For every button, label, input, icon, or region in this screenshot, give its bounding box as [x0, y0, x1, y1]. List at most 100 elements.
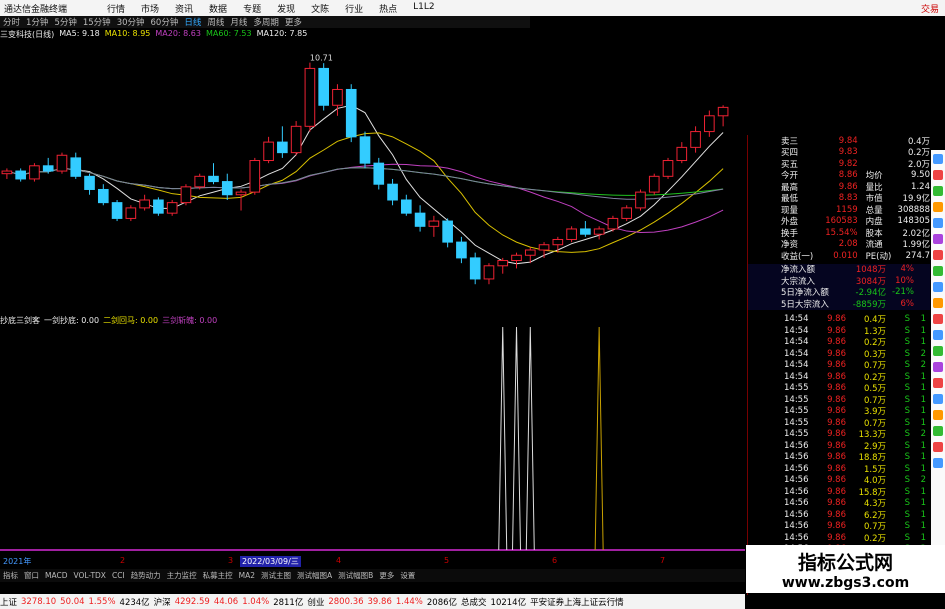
sidebar-tool-icon[interactable]	[933, 330, 943, 340]
quote-row: 现量 1159 总量 308888	[748, 204, 930, 216]
tick-cell: 0.2万	[863, 372, 886, 383]
tick-cell: 9.86	[827, 383, 846, 394]
indicator-tab-13[interactable]: 设置	[397, 570, 418, 581]
period-6[interactable]: 日线	[181, 16, 204, 28]
sidebar-tool-icon[interactable]	[933, 346, 943, 356]
indicator-tab-10[interactable]: 测试幅图A	[294, 570, 335, 581]
candle-body	[318, 67, 329, 106]
status-item: 4234亿	[119, 597, 150, 608]
indicator-tab-0[interactable]: 指标	[0, 570, 21, 581]
menu-item-1[interactable]: 市场	[133, 2, 167, 15]
menu-item-2[interactable]: 资讯	[167, 2, 201, 15]
sidebar-tool-icon[interactable]	[933, 202, 943, 212]
sidebar-tool-icon[interactable]	[933, 250, 943, 260]
sidebar-tool-icon[interactable]	[933, 282, 943, 292]
tick-cell: 9.86	[827, 337, 846, 348]
ma-legend: 三变科技(日线) MA5: 9.18 MA10: 8.95 MA20: 8.63…	[0, 29, 312, 40]
indicator-tab-3[interactable]: VOL-TDX	[70, 571, 108, 580]
period-8[interactable]: 月线	[227, 16, 250, 28]
tick-row: 14:55 9.86 13.3万 S 2	[748, 429, 930, 440]
flow-row: 大宗流入 3084万 10%	[748, 275, 930, 287]
period-2[interactable]: 5分钟	[51, 16, 79, 28]
tick-cell: 9.86	[827, 429, 846, 440]
sidebar-tool-icon[interactable]	[933, 266, 943, 276]
tick-cell: S	[904, 348, 910, 359]
quote-key2: 均价	[865, 171, 883, 182]
menu-item-9[interactable]: L1L2	[405, 2, 442, 15]
menu-item-6[interactable]: 文陈	[303, 2, 337, 15]
sidebar-tool-icon[interactable]	[933, 442, 943, 452]
tick-cell: 14:54	[784, 360, 809, 371]
period-5[interactable]: 60分钟	[148, 16, 182, 28]
indicator-chart[interactable]: 1.000.900.800.700.600.500.400.300.200.10	[0, 325, 747, 555]
indicator-tab-6[interactable]: 主力监控	[164, 570, 200, 581]
tick-cell: 1	[920, 383, 926, 394]
candle-body	[607, 217, 619, 230]
tick-cell: 1	[920, 521, 926, 532]
tick-cell: 1	[920, 452, 926, 463]
tick-cell: S	[904, 532, 910, 543]
tick-row: 14:56 9.86 6.2万 S 1	[748, 509, 930, 521]
menu-item-5[interactable]: 发现	[269, 2, 303, 15]
indicator-tab-7[interactable]: 私募主控	[200, 570, 236, 581]
tick-cell: S	[904, 394, 910, 405]
indicator-tab-4[interactable]: CCI	[109, 571, 128, 580]
period-1[interactable]: 1分钟	[23, 16, 51, 28]
sidebar-tool-icon[interactable]	[933, 314, 943, 324]
quote-value2: 0.4万	[907, 136, 930, 147]
candle-body	[497, 260, 509, 267]
tick-cell: 14:56	[784, 440, 809, 451]
tick-cell: 9.86	[827, 452, 846, 463]
trade-button[interactable]: 交易	[921, 2, 945, 15]
indicator-tab-2[interactable]: MACD	[42, 571, 70, 580]
ma120-label: MA120: 7.85	[256, 29, 308, 38]
menu-item-7[interactable]: 行业	[337, 2, 371, 15]
date-mark: 3	[228, 556, 234, 565]
status-item: 上证	[0, 597, 18, 608]
indicator-tab-1[interactable]: 窗口	[21, 570, 42, 581]
tick-cell: 14:56	[784, 475, 809, 486]
period-3[interactable]: 15分钟	[80, 16, 114, 28]
indicator-tab-8[interactable]: MA2	[236, 571, 258, 580]
candle-body	[690, 131, 701, 148]
sidebar-tool-icon[interactable]	[933, 186, 943, 196]
indicator-tab-9[interactable]: 测试主图	[258, 570, 294, 581]
kline-chart[interactable]: 9.508.508.007.507.006.5010.716.11	[0, 40, 747, 320]
sidebar-tool-icon[interactable]	[933, 426, 943, 436]
sidebar-tool-icon[interactable]	[933, 394, 943, 404]
period-4[interactable]: 30分钟	[114, 16, 148, 28]
sidebar-tool-icon[interactable]	[933, 298, 943, 308]
period-0[interactable]: 分时	[0, 16, 23, 28]
candle-body	[277, 141, 288, 154]
status-item: 2800.36	[328, 596, 364, 607]
sidebar-tool-icon[interactable]	[933, 410, 943, 420]
quote-row: 买四 9.83 0.2万	[748, 147, 930, 158]
sidebar-tool-icon[interactable]	[933, 170, 943, 180]
menu-item-0[interactable]: 行情	[99, 2, 133, 15]
sidebar-tool-icon[interactable]	[933, 234, 943, 244]
sidebar-tool-icon[interactable]	[933, 362, 943, 372]
date-axis: 2021年 2022/03/09/三 2 3 4 5 6 7	[0, 556, 745, 567]
indicator-tab-5[interactable]: 趋势动力	[128, 570, 164, 581]
sidebar-tool-icon[interactable]	[933, 154, 943, 164]
tick-list[interactable]: 14:54 9.86 0.4万 S 1 14:54 9.86 1.3万 S 1 14:54 9.86 0…	[748, 314, 930, 555]
tick-cell: 0.7万	[863, 395, 886, 406]
ma60-label: MA60: 7.53	[205, 29, 252, 38]
period-10[interactable]: 更多	[282, 16, 305, 28]
sidebar-tool-icon[interactable]	[933, 378, 943, 388]
tick-cell: S	[904, 314, 910, 325]
indicator-tab-12[interactable]: 更多	[376, 570, 397, 581]
indicator-tab-11[interactable]: 测试幅图B	[335, 570, 376, 581]
menu-item-4[interactable]: 专题	[235, 2, 269, 15]
tick-cell: 1.5万	[863, 464, 886, 475]
menu-item-3[interactable]: 数据	[201, 2, 235, 15]
sidebar-tool-icon[interactable]	[933, 458, 943, 468]
tick-cell: 1	[920, 532, 926, 543]
menu-item-8[interactable]: 热点	[371, 2, 405, 15]
period-9[interactable]: 多周期	[250, 16, 282, 28]
indicator-tabs: 指标 窗口 MACD VOL-TDX CCI 趋势动力 主力监控 私募主控 MA2 测试主图 测试幅…	[0, 569, 745, 582]
sidebar-tool-icon[interactable]	[933, 218, 943, 228]
quote-value: 9.84	[838, 135, 858, 146]
tick-cell: 9.86	[827, 532, 846, 543]
period-7[interactable]: 周线	[204, 16, 227, 28]
